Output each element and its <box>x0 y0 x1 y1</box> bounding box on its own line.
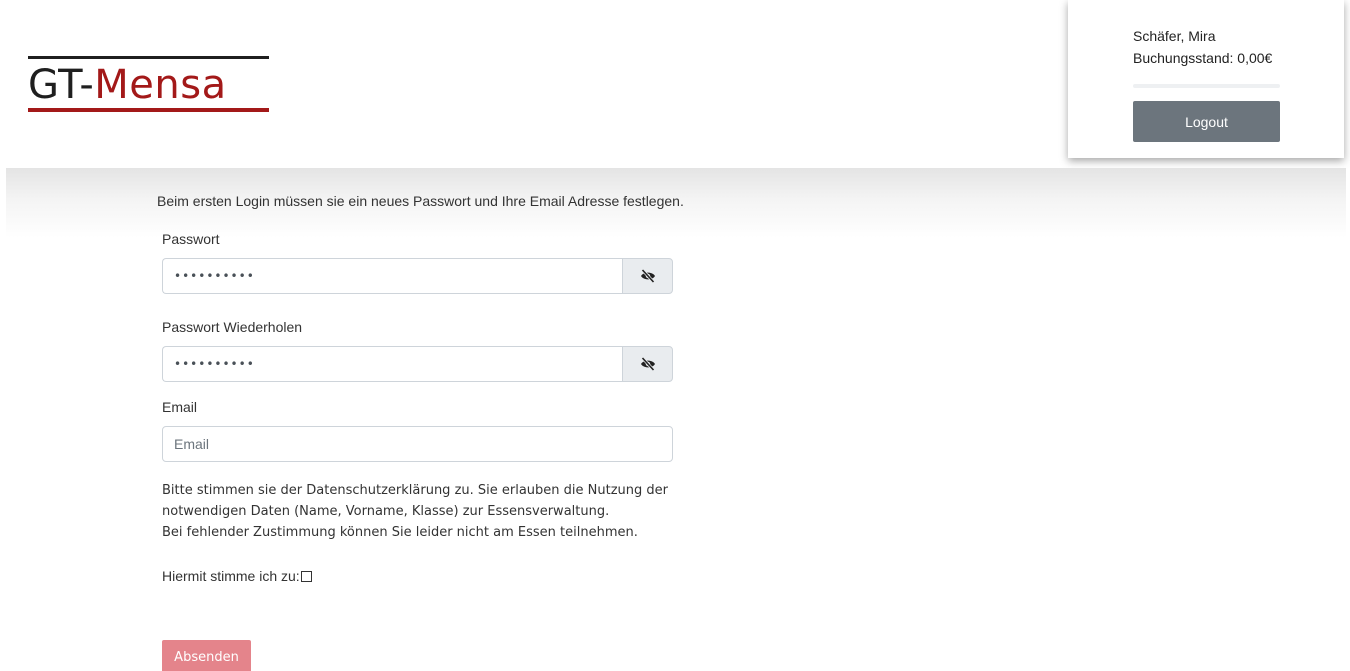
privacy-consent-text: Bitte stimmen sie der Datenschutzerkläru… <box>162 480 722 543</box>
password-repeat-input-group: •••••••••• <box>162 346 673 382</box>
agree-label: Hiermit stimme ich zu: <box>162 568 300 584</box>
email-label: Email <box>162 399 198 415</box>
eye-slash-icon <box>640 357 655 371</box>
consent-line: Bitte stimmen sie der Datenschutzerkläru… <box>162 483 669 498</box>
password-toggle-button[interactable] <box>622 258 673 294</box>
password-repeat-toggle-button[interactable] <box>622 346 673 382</box>
consent-line: notwendigen Daten (Name, Vorname, Klasse… <box>162 504 610 519</box>
submit-button[interactable]: Absenden <box>162 640 251 671</box>
password-repeat-input[interactable]: •••••••••• <box>162 346 622 382</box>
password-input[interactable]: •••••••••• <box>162 258 622 294</box>
first-login-form: Beim ersten Login müssen sie ein neues P… <box>0 0 1350 671</box>
eye-slash-icon <box>640 269 655 283</box>
consent-line: Bei fehlender Zustimmung können Sie leid… <box>162 525 638 540</box>
password-label: Passwort <box>162 231 220 247</box>
agree-checkbox[interactable] <box>300 570 312 582</box>
password-repeat-value: •••••••••• <box>174 357 255 371</box>
password-input-group: •••••••••• <box>162 258 673 294</box>
password-value: •••••••••• <box>174 269 255 283</box>
page: GT-Mensa Schäfer, Mira Buchungsstand: 0,… <box>0 0 1350 671</box>
password-repeat-label: Passwort Wiederholen <box>162 319 303 335</box>
intro-text: Beim ersten Login müssen sie ein neues P… <box>157 193 684 209</box>
agree-row: Hiermit stimme ich zu: <box>162 568 312 584</box>
email-input[interactable] <box>162 426 673 462</box>
